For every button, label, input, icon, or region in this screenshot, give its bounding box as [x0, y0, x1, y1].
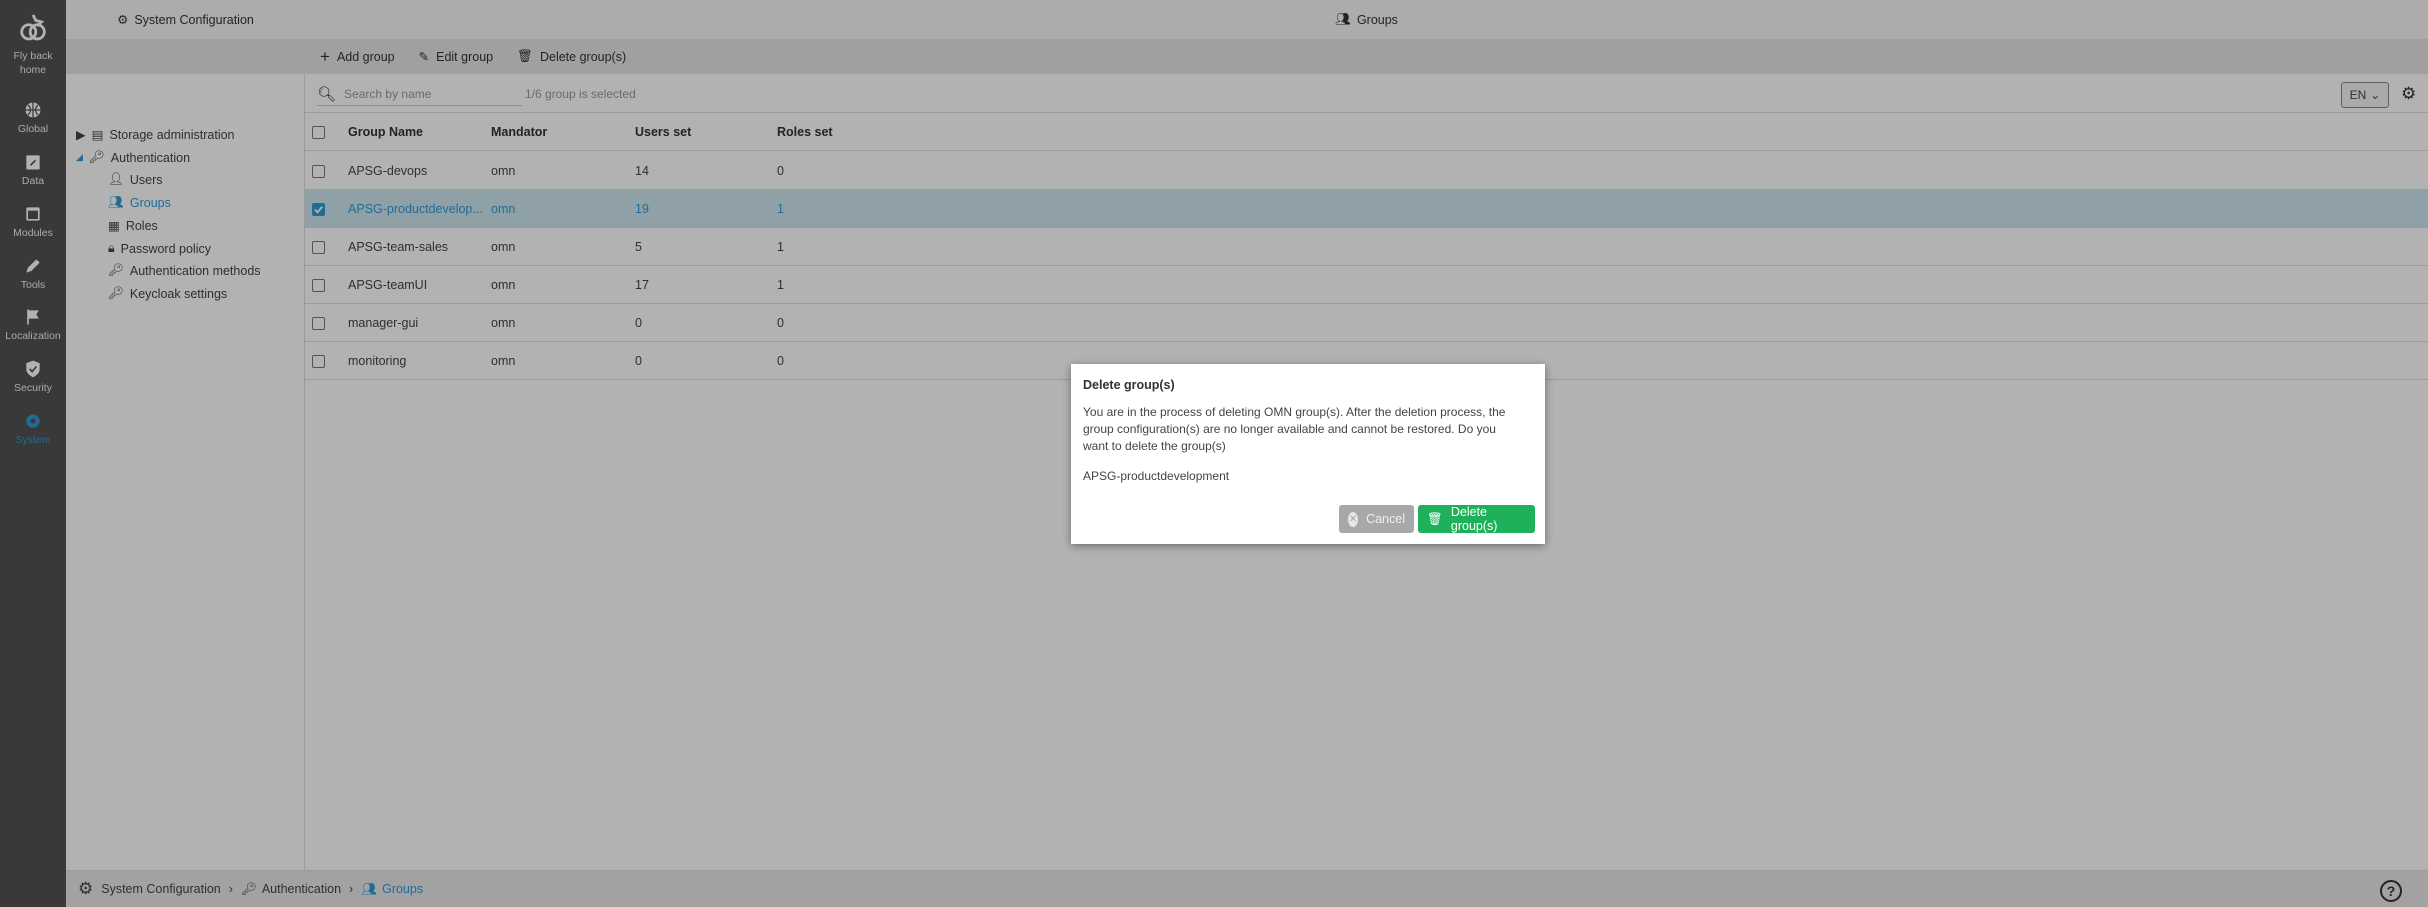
- confirm-delete-button[interactable]: 🗑︎ Delete group(s): [1418, 505, 1535, 533]
- button-label: Cancel: [1366, 512, 1405, 526]
- delete-group-dialog: Delete group(s) You are in the process o…: [1071, 364, 1545, 544]
- trash-icon: 🗑︎: [1427, 511, 1443, 526]
- dialog-message: You are in the process of deleting OMN g…: [1083, 405, 1506, 453]
- dialog-title: Delete group(s): [1083, 378, 1175, 392]
- close-circle-icon: ✕: [1348, 511, 1359, 527]
- button-label: Delete group(s): [1450, 505, 1498, 533]
- cancel-button[interactable]: ✕ Cancel: [1339, 505, 1414, 533]
- dialog-group-name: APSG-productdevelopment: [1083, 469, 1230, 483]
